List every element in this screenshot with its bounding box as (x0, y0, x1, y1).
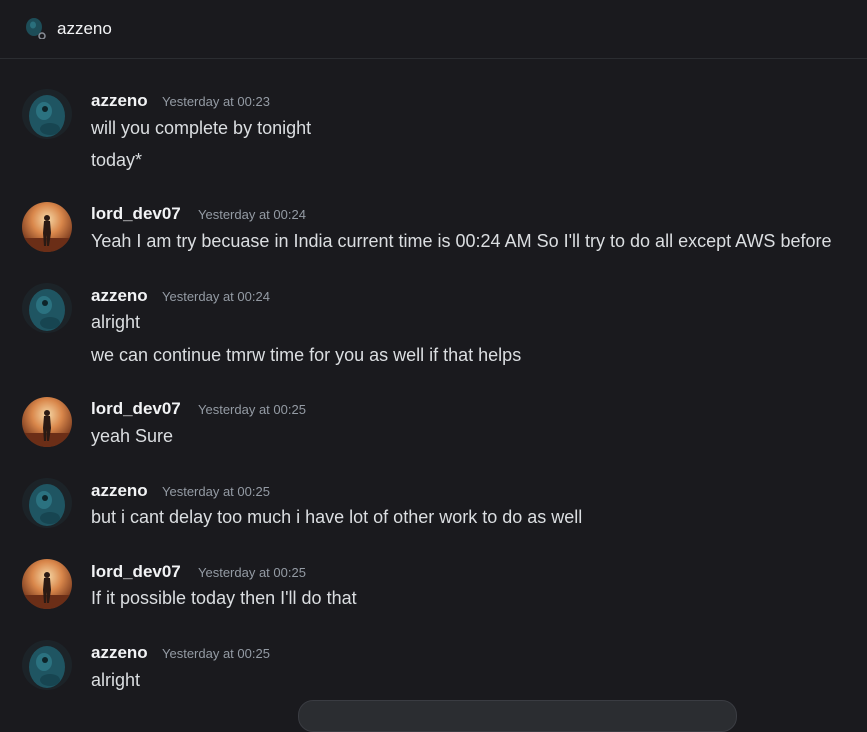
message-text: but i cant delay too much i have lot of … (91, 507, 583, 527)
message-timestamp: Yesterday at 00:25 (162, 646, 270, 661)
message-timestamp: Yesterday at 00:25 (162, 484, 270, 499)
message-username[interactable]: azzeno (91, 286, 148, 306)
message-text: alright (91, 312, 141, 332)
message-timestamp: Yesterday at 00:25 (198, 402, 306, 417)
message-text: alright (91, 670, 141, 690)
jump-to-present-bar[interactable] (298, 700, 737, 732)
azzeno-avatar-icon[interactable] (22, 89, 72, 139)
message-username[interactable]: lord_dev07 (91, 399, 181, 419)
message-text: yeah Sure (91, 426, 174, 446)
message-timestamp: Yesterday at 00:24 (198, 207, 306, 222)
message-username[interactable]: azzeno (91, 481, 148, 501)
lord-dev07-avatar-icon[interactable] (22, 397, 72, 447)
message-username[interactable]: lord_dev07 (91, 562, 181, 582)
message-username[interactable]: lord_dev07 (91, 204, 181, 224)
message-list[interactable]: azzeno Yesterday at 00:23 will you compl… (0, 59, 867, 708)
message-text: we can continue tmrw time for you as wel… (91, 345, 522, 365)
message-text: If it possible today then I'll do that (91, 588, 357, 608)
lord-dev07-avatar-icon[interactable] (22, 559, 72, 609)
message-text: Yeah I am try becuase in India current t… (91, 231, 832, 251)
message-timestamp: Yesterday at 00:25 (198, 565, 306, 580)
message-text: today* (91, 150, 143, 170)
channel-header: azzeno (0, 0, 867, 59)
azzeno-avatar-icon[interactable] (22, 478, 72, 528)
message-username[interactable]: azzeno (91, 91, 148, 111)
azzeno-avatar-icon[interactable] (22, 283, 72, 333)
message-text: will you complete by tonight (91, 118, 312, 138)
message-username[interactable]: azzeno (91, 643, 148, 663)
azzeno-avatar-icon[interactable] (22, 640, 72, 690)
dm-user-avatar-icon[interactable] (24, 17, 46, 39)
message-timestamp: Yesterday at 00:23 (162, 94, 270, 109)
channel-title: azzeno (57, 19, 112, 38)
message-timestamp: Yesterday at 00:24 (162, 289, 270, 304)
lord-dev07-avatar-icon[interactable] (22, 202, 72, 252)
